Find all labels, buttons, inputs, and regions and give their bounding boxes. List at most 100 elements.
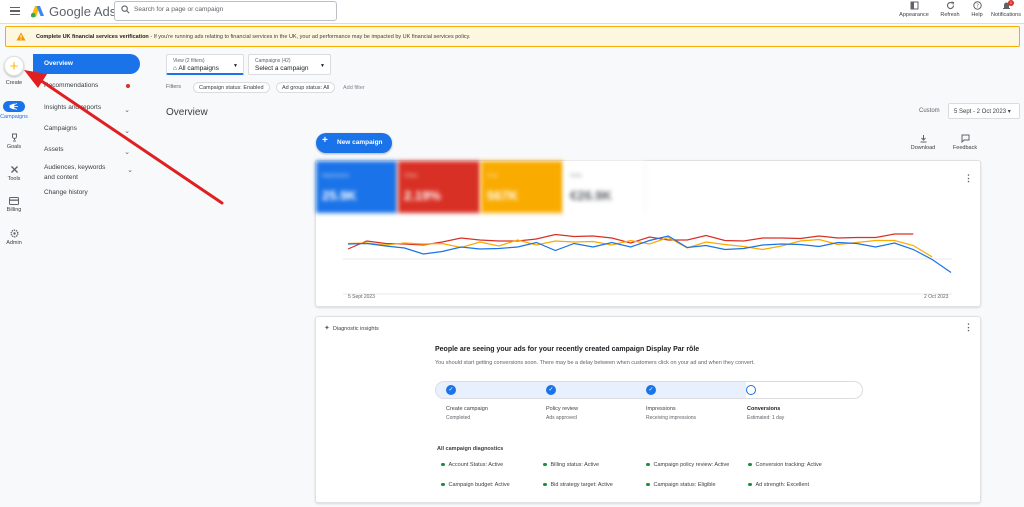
metric-card[interactable]: Cost 567K — [481, 161, 563, 213]
rail-admin[interactable]: Admin — [0, 229, 28, 246]
filter-chip-ad-group-status[interactable]: Ad group status: All — [276, 82, 336, 93]
notification-badge: 1 — [1008, 0, 1014, 6]
nav-insights-reports[interactable]: Insights and reports ⌄ — [33, 103, 140, 123]
step-sub: Completed — [446, 415, 471, 421]
check-icon: ✓ — [646, 385, 656, 395]
step-label: Create campaign — [446, 406, 488, 412]
sparkle-icon: ✦ — [324, 325, 330, 332]
diagnostic-subtitle: You should start getting conversions soo… — [435, 360, 755, 366]
step-label: Policy review — [546, 406, 579, 412]
chevron-down-icon: ⌄ — [124, 107, 130, 114]
plus-icon: + — [322, 135, 328, 146]
nav-recommendations[interactable]: Recommendations — [33, 81, 140, 101]
rail-campaigns[interactable]: Campaigns — [0, 101, 28, 120]
filters-label: Filters — [166, 84, 181, 90]
plus-icon: + — [9, 58, 19, 75]
status-dot — [646, 482, 650, 487]
notifications-button[interactable]: Notifications 1 — [988, 0, 1024, 18]
pending-step-icon — [746, 385, 756, 395]
all-diagnostics-title: All campaign diagnostics — [437, 446, 504, 452]
feedback-icon — [961, 134, 969, 143]
rail-billing[interactable]: Billing — [0, 197, 28, 213]
brand-name: Google Ads — [49, 4, 117, 19]
download-button[interactable]: Download — [908, 134, 938, 151]
progress-fill — [436, 382, 746, 398]
banner-text: - If you're running ads relating to fina… — [148, 34, 471, 40]
nav-assets[interactable]: Assets ⌄ — [33, 145, 140, 165]
tools-icon — [10, 166, 18, 173]
diagnostic-item: Account Status: Active — [441, 462, 503, 468]
download-icon — [920, 135, 926, 143]
custom-label: Custom — [919, 108, 940, 114]
status-dot — [441, 482, 445, 487]
rail-goals[interactable]: Goals — [0, 133, 28, 150]
admin-gear-icon — [10, 229, 18, 238]
diagnostic-item: Campaign status: Eligible — [646, 482, 716, 488]
svg-text:?: ? — [976, 4, 979, 10]
more-options-icon[interactable]: ⋮ — [964, 173, 973, 184]
banner-title[interactable]: Complete UK financial services verificat… — [36, 34, 149, 40]
search-icon — [121, 5, 130, 14]
status-dot — [748, 462, 752, 467]
x-axis-start-label: 5 Sept 2023 — [348, 294, 375, 300]
diagnostic-item: Conversion tracking: Active — [748, 462, 822, 468]
diagnostic-title: People are seeing your ads for your rece… — [435, 346, 700, 353]
diagnostic-item: Ad strength: Excellent — [748, 482, 809, 488]
rail-tools[interactable]: Tools — [0, 165, 28, 182]
step-label: Conversions — [747, 406, 781, 412]
diagnostic-item: Bid strategy target: Active — [543, 482, 613, 488]
status-dot — [748, 482, 752, 487]
metric-card[interactable]: Impressions 25.9K — [316, 161, 397, 213]
nav-audiences[interactable]: Audiences, keywords and content ⌄ — [33, 163, 133, 183]
x-axis-end-label: 2 Oct 2023 — [924, 294, 949, 300]
menu-icon[interactable] — [10, 7, 20, 15]
verification-banner: Complete UK financial services verificat… — [5, 26, 1020, 47]
feedback-button[interactable]: Feedback — [950, 134, 980, 151]
top-bar: Google Ads Search for a page or campaign… — [0, 0, 1024, 24]
diagnostic-item: Campaign policy review: Active — [646, 462, 729, 468]
diagnostic-item: Billing status: Active — [543, 462, 599, 468]
status-dot — [441, 462, 445, 467]
line-chart — [343, 233, 952, 295]
chevron-down-icon: ⌄ — [124, 128, 130, 135]
google-ads-logo-icon — [30, 6, 44, 18]
help-icon: ? — [972, 1, 982, 10]
status-dot — [543, 462, 547, 467]
chevron-down-icon: ⌄ — [124, 149, 130, 156]
performance-chart-card: Impressions 25.9K Clicks 2.19% Cost 567K Co… — [315, 160, 981, 307]
date-range-picker[interactable]: 5 Sept - 2 Oct 2023 ▾ — [948, 103, 1020, 119]
campaigns-icon — [3, 101, 25, 112]
appearance-button[interactable]: Appearance — [896, 1, 932, 18]
trophy-icon — [11, 133, 17, 142]
progress-steps: ✓ ✓ ✓ — [435, 381, 863, 399]
step-sub: Estimated: 1 day — [747, 415, 785, 421]
dropdown-arrow-icon: ▼ — [320, 63, 325, 69]
metric-card[interactable]: Clicks 2.19% — [398, 161, 480, 213]
check-icon: ✓ — [546, 385, 556, 395]
step-label: Impressions — [646, 406, 676, 412]
step-sub: Ads approved — [546, 415, 577, 421]
nav-overview[interactable]: Overview — [33, 54, 140, 74]
metric-card[interactable]: Conv. €26.9K — [564, 161, 646, 213]
recommendations-dot — [126, 84, 130, 88]
more-options-icon[interactable]: ⋮ — [964, 322, 973, 333]
nav-campaigns[interactable]: Campaigns ⌄ — [33, 124, 140, 144]
appearance-icon — [910, 1, 918, 10]
search-input[interactable]: Search for a page or campaign — [114, 1, 337, 21]
filter-chip-campaign-status[interactable]: Campaign status: Enabled — [193, 82, 270, 93]
warning-icon — [16, 32, 26, 41]
new-campaign-button[interactable]: + New campaign — [316, 133, 392, 153]
rail-create-label: Create — [5, 80, 23, 86]
add-filter-button[interactable]: Add filter — [343, 85, 365, 91]
diagnostic-header: ✦ Diagnostic insights — [324, 325, 379, 332]
status-dot — [543, 482, 547, 487]
chevron-down-icon: ⌄ — [127, 167, 133, 174]
campaign-select[interactable]: Campaigns (42) Select a campaign ▼ — [248, 54, 331, 75]
status-dot — [646, 462, 650, 467]
refresh-icon — [946, 1, 954, 9]
nav-change-history[interactable]: Change history — [33, 188, 140, 208]
diagnostic-insights-card: ✦ Diagnostic insights ⋮ People are seeing… — [315, 316, 981, 503]
view-select[interactable]: View (2 filters) ⌂ All campaigns ▼ — [166, 54, 244, 75]
create-button[interactable]: + — [4, 56, 24, 76]
search-placeholder: Search for a page or campaign — [134, 6, 224, 13]
